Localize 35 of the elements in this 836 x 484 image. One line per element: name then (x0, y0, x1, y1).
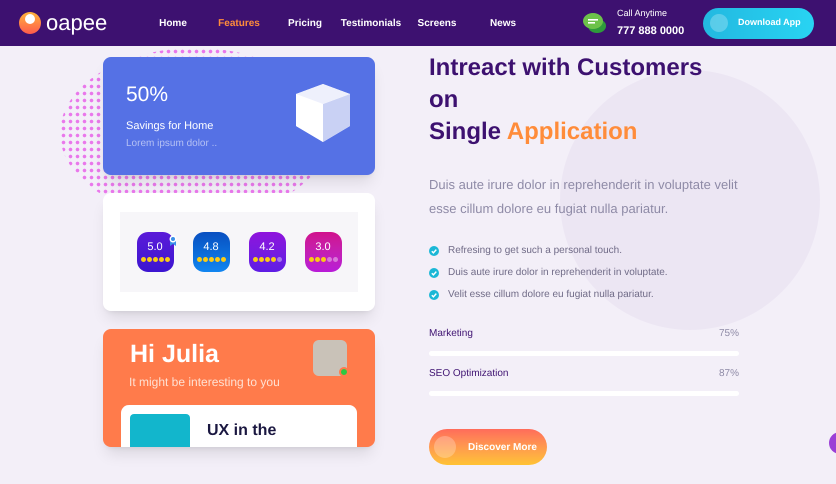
skill-name: SEO Optimization (429, 367, 508, 381)
check-icon (429, 268, 439, 278)
rating-score: 5.0 (147, 242, 163, 253)
check-icon (429, 290, 439, 300)
check-icon (429, 246, 439, 256)
description: Duis aute irure dolor in reprehenderit in voluptate velit esse cillum dolore eu fugiat nulla pariatur. (429, 176, 739, 218)
nav-link[interactable]: Home (140, 16, 206, 30)
savings-title: Savings for Home (126, 118, 214, 134)
rating-score: 4.8 (203, 242, 219, 253)
feature-text: Refresing to get such a personal touch. (448, 244, 622, 258)
greeting-subtitle: It might be interesting to you (129, 374, 281, 392)
nav-link[interactable]: News (470, 16, 536, 30)
heading: Intreact with Customers on Single Application (429, 53, 704, 147)
rating-score: 4.2 (259, 242, 275, 253)
greeting-title: Hi Julia (130, 339, 219, 370)
nav-link[interactable]: Features (206, 16, 272, 30)
article-title: UX in the (207, 421, 276, 442)
nav-link[interactable]: Pricing (272, 16, 338, 30)
skill-percentage: 87% (718, 367, 739, 381)
feature-text: Duis aute irure dolor in reprehenderit in voluptate. (448, 266, 668, 280)
contact-label: Call Anytime (617, 7, 668, 20)
logo-icon (18, 11, 42, 35)
nav-link[interactable]: Testimonials (338, 16, 404, 30)
logo-text[interactable]: oapee (46, 12, 108, 34)
photo-placeholder (313, 340, 347, 376)
savings-subtitle: Lorem ipsum dolor .. (126, 137, 218, 151)
rating-score: 3.0 (315, 242, 331, 253)
nav-link[interactable]: Screens (404, 16, 470, 30)
feature-text: Velit esse cillum dolore eu fugiat nulla pariatur. (448, 288, 654, 302)
chat-icon (583, 12, 607, 34)
phone-number: 777 888 0000 (617, 24, 684, 38)
skill-name: Marketing (429, 327, 473, 341)
skill-percentage: 75% (718, 327, 739, 341)
savings-value: 50% (126, 82, 170, 108)
cube-icon (294, 82, 352, 144)
